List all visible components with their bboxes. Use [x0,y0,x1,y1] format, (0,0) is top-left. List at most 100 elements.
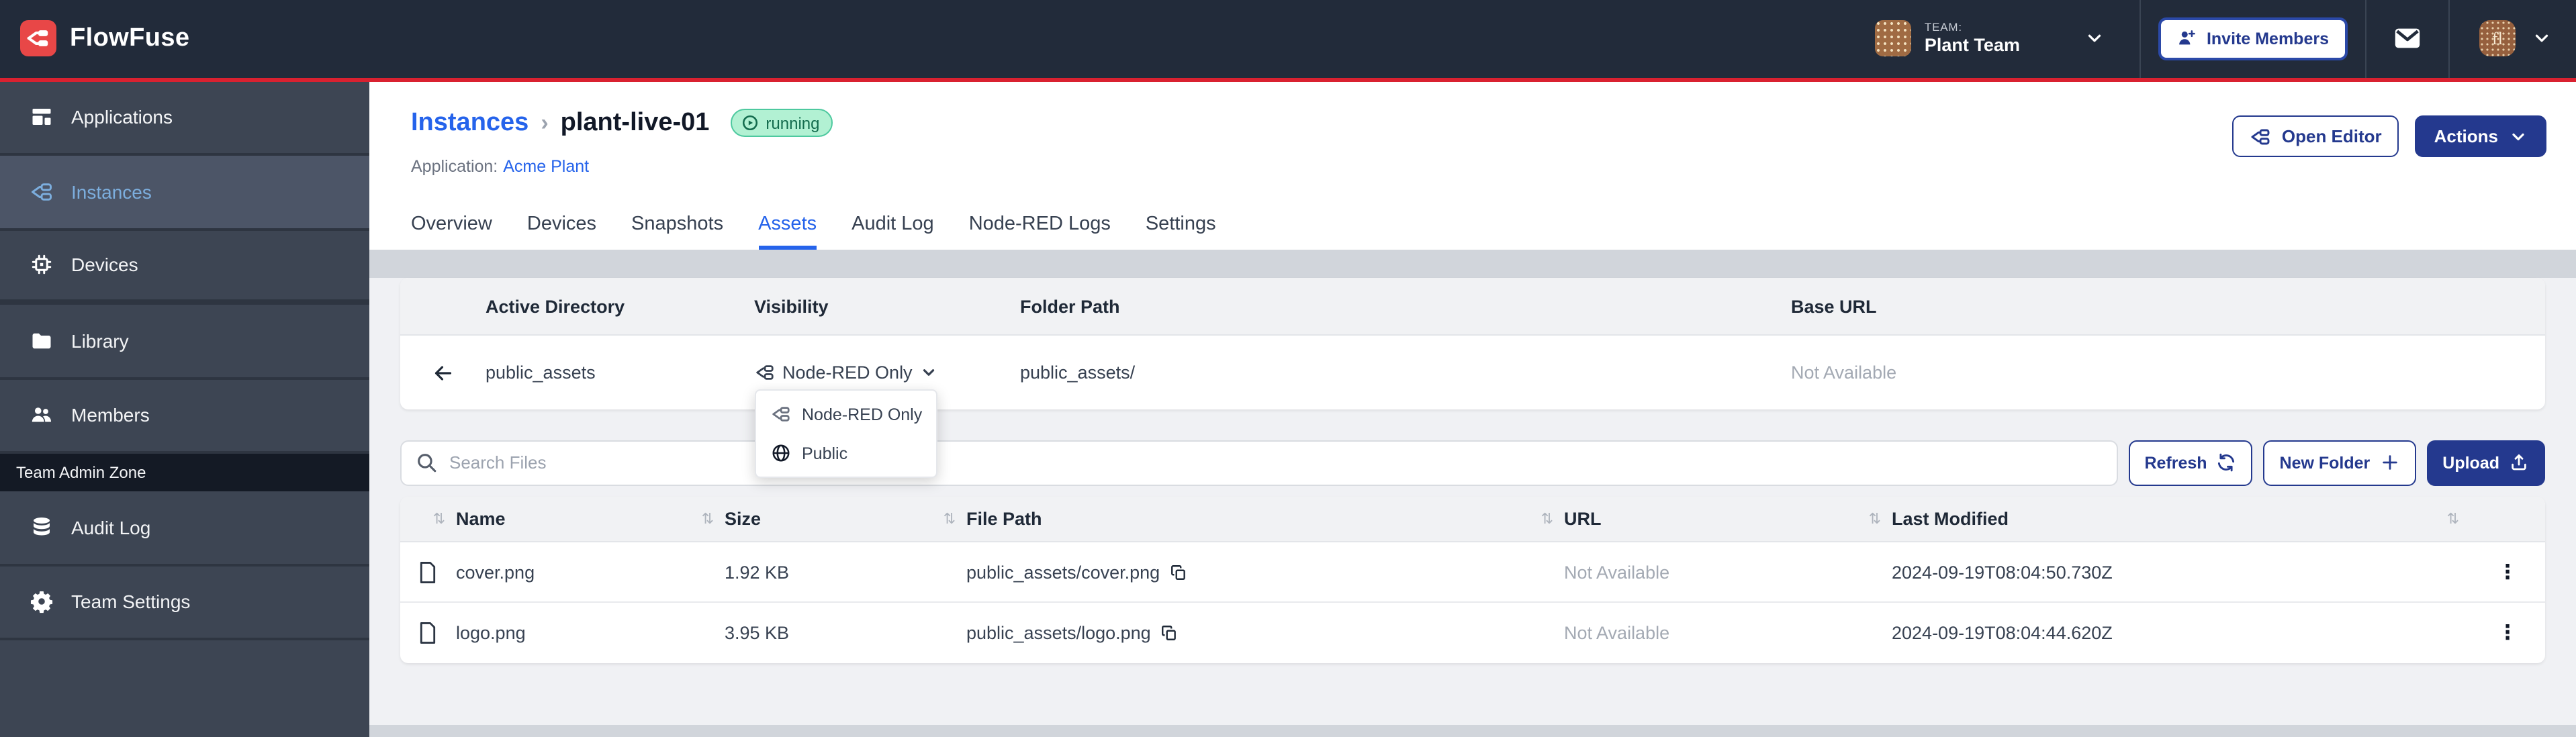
invite-members-button[interactable]: Invite Members [2158,17,2348,60]
sidebar-item-applications[interactable]: Applications [0,81,369,156]
base-url-value: Not Available [1791,362,2545,383]
visibility-dropdown-menu: Node-RED Only Public [755,389,937,478]
column-base-url: Base URL [1791,296,2545,316]
open-editor-button[interactable]: Open Editor [2232,115,2399,157]
folder-path-value: public_assets/ [1020,362,1791,383]
sidebar-item-team-settings[interactable]: Team Settings [0,566,369,640]
tab-audit-log[interactable]: Audit Log [852,213,934,250]
sidebar-item-label: Members [71,405,150,426]
node-red-flow-icon [770,404,791,424]
sort-icon[interactable]: ⇅ [2447,510,2458,528]
menu-item-label: Node-RED Only [802,405,922,424]
upload-label: Upload [2442,453,2499,472]
tab-settings[interactable]: Settings [1146,213,1216,250]
file-url: Not Available [1564,623,1892,643]
flowfuse-logo-icon [20,21,56,57]
sort-icon[interactable]: ⇅ [1869,510,1880,528]
open-editor-label: Open Editor [2282,126,2382,146]
menu-item-node-red-only[interactable]: Node-RED Only [756,395,936,434]
upload-button[interactable]: Upload [2426,440,2545,485]
kebab-menu-icon[interactable]: ⋮ [2497,623,2518,643]
team-selector[interactable]: TEAM: Plant Team [1856,0,2140,77]
column-visibility: Visibility [754,296,1020,316]
sidebar-item-devices[interactable]: Devices [0,230,369,305]
menu-item-label: Public [802,444,847,462]
table-row[interactable]: cover.png 1.92 KB public_assets/cover.pn… [400,542,2545,603]
visibility-dropdown-trigger[interactable]: Node-RED Only [754,362,1020,383]
users-icon [30,403,54,428]
directory-header-row: Active Directory Visibility Folder Path … [400,278,2545,336]
sidebar-item-members[interactable]: Members [0,379,369,454]
sort-icon[interactable]: ⇅ [1541,510,1552,528]
status-badge: running [731,109,833,137]
database-icon [30,515,54,540]
file-url: Not Available [1564,562,1892,582]
back-button[interactable] [400,360,486,385]
search-input[interactable] [400,440,2117,485]
menu-item-public[interactable]: Public [756,434,936,473]
sort-icon[interactable]: ⇅ [433,510,444,528]
plus-icon [2379,452,2399,473]
sidebar: Applications Instances Devices [0,81,369,737]
sidebar-item-label: Instances [71,181,152,203]
new-folder-button[interactable]: New Folder [2264,440,2416,485]
chevron-down-icon [921,364,938,381]
actions-label: Actions [2434,126,2498,146]
copy-icon[interactable] [1160,624,1178,642]
breadcrumb-instances-link[interactable]: Instances [411,108,528,138]
kebab-menu-icon[interactable]: ⋮ [2497,562,2518,582]
tab-devices[interactable]: Devices [527,213,596,250]
upload-icon [2509,452,2529,473]
flowfuse-logo[interactable]: FlowFuse [0,21,189,57]
chevron-down-icon [2509,127,2528,146]
tab-node-red-logs[interactable]: Node-RED Logs [969,213,1111,250]
sort-icon[interactable]: ⇅ [702,510,712,528]
table-row[interactable]: logo.png 3.95 KB public_assets/logo.png … [400,603,2545,663]
sidebar-item-label: Devices [71,254,138,276]
active-directory-card: Active Directory Visibility Folder Path … [400,278,2545,409]
sort-icon[interactable]: ⇅ [944,510,954,528]
globe-icon [770,443,791,463]
files-table: ⇅ Name⇅ Size⇅ File Path⇅ URL⇅ Last Modif… [400,497,2545,663]
refresh-button[interactable]: Refresh [2128,440,2252,485]
notifications-button[interactable] [2366,0,2448,77]
header-buttons: Open Editor Actions [2232,115,2546,157]
application-link[interactable]: Acme Plant [503,156,589,175]
column-file-path: File Path [966,509,1042,529]
sidebar-item-label: Audit Log [71,517,150,538]
user-plus-icon [2177,29,2197,49]
user-avatar: fl [2479,21,2516,57]
breadcrumb: Instances › plant-live-01 running [411,108,833,138]
file-path: public_assets/logo.png [966,623,1151,643]
sidebar-item-instances[interactable]: Instances [0,156,369,230]
files-header-row: ⇅ Name⇅ Size⇅ File Path⇅ URL⇅ Last Modif… [400,497,2545,542]
column-folder-path: Folder Path [1020,296,1791,316]
column-active-directory: Active Directory [486,296,754,316]
column-name: Name [456,509,506,529]
app-window: FlowFuse TEAM: Plant Team [0,0,2576,737]
team-label: TEAM: [1925,21,2020,35]
tab-overview[interactable]: Overview [411,213,492,250]
top-navbar: FlowFuse TEAM: Plant Team [0,0,2576,77]
tab-assets[interactable]: Assets [758,213,817,250]
copy-icon[interactable] [1169,563,1187,581]
chip-icon [30,253,54,277]
column-url: URL [1564,509,1602,529]
file-path: public_assets/cover.png [966,562,1160,582]
status-badge-label: running [766,113,819,132]
column-last-modified: Last Modified [1892,509,2009,529]
brand-name: FlowFuse [70,24,189,54]
sidebar-item-library[interactable]: Library [0,305,369,379]
actions-button[interactable]: Actions [2416,115,2546,157]
file-last-modified: 2024-09-19T08:04:50.730Z [1892,562,2470,582]
applications-icon [30,105,54,130]
sidebar-item-audit-log[interactable]: Audit Log [0,491,369,566]
main-area: Instances › plant-live-01 running Applic… [369,81,2576,737]
tab-snapshots[interactable]: Snapshots [631,213,723,250]
user-menu[interactable]: fl [2450,0,2576,77]
folder-icon [30,329,54,353]
team-avatar [1875,21,1911,57]
assets-content: Active Directory Visibility Folder Path … [369,278,2576,725]
page-header: Instances › plant-live-01 running Applic… [369,81,2576,250]
breadcrumb-separator: › [541,109,548,136]
